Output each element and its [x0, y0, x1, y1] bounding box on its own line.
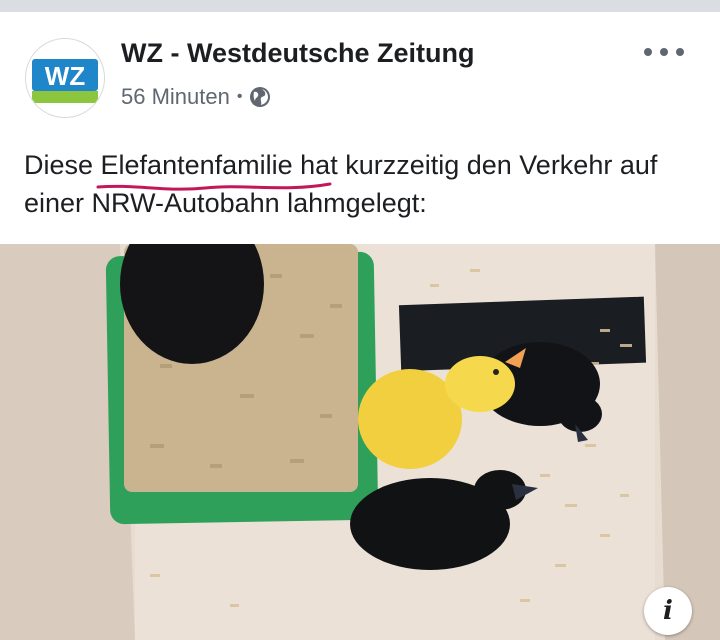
more-dot: [644, 48, 652, 56]
highlighted-word-text: Elefantenfamilie: [100, 150, 293, 180]
page-avatar[interactable]: WZ: [25, 38, 105, 118]
more-options-icon[interactable]: [644, 42, 684, 62]
logo-text: WZ: [45, 61, 86, 91]
globe-icon: [250, 87, 271, 107]
handwritten-underline: [96, 182, 332, 191]
post-text-start: Diese: [24, 150, 101, 180]
info-button[interactable]: i: [644, 587, 692, 635]
top-bar: [0, 0, 720, 12]
post-header: WZ WZ - Westdeutsche Zeitung 56 Minuten …: [0, 12, 720, 122]
page-name-link[interactable]: WZ - Westdeutsche Zeitung: [121, 38, 475, 69]
post-card: WZ WZ - Westdeutsche Zeitung 56 Minuten …: [0, 12, 720, 640]
post-text: Diese Elefantenfamilie hat kurzzeitig de…: [24, 146, 704, 222]
meta-separator: •: [236, 88, 243, 105]
post-image[interactable]: [0, 244, 720, 640]
more-dot: [660, 48, 668, 56]
more-dot: [676, 48, 684, 56]
highlighted-word: Elefantenfamilie: [96, 146, 332, 191]
wz-logo: WZ: [26, 39, 104, 117]
timestamp[interactable]: 56 Minuten: [121, 84, 230, 110]
post-meta: 56 Minuten •: [121, 84, 271, 110]
